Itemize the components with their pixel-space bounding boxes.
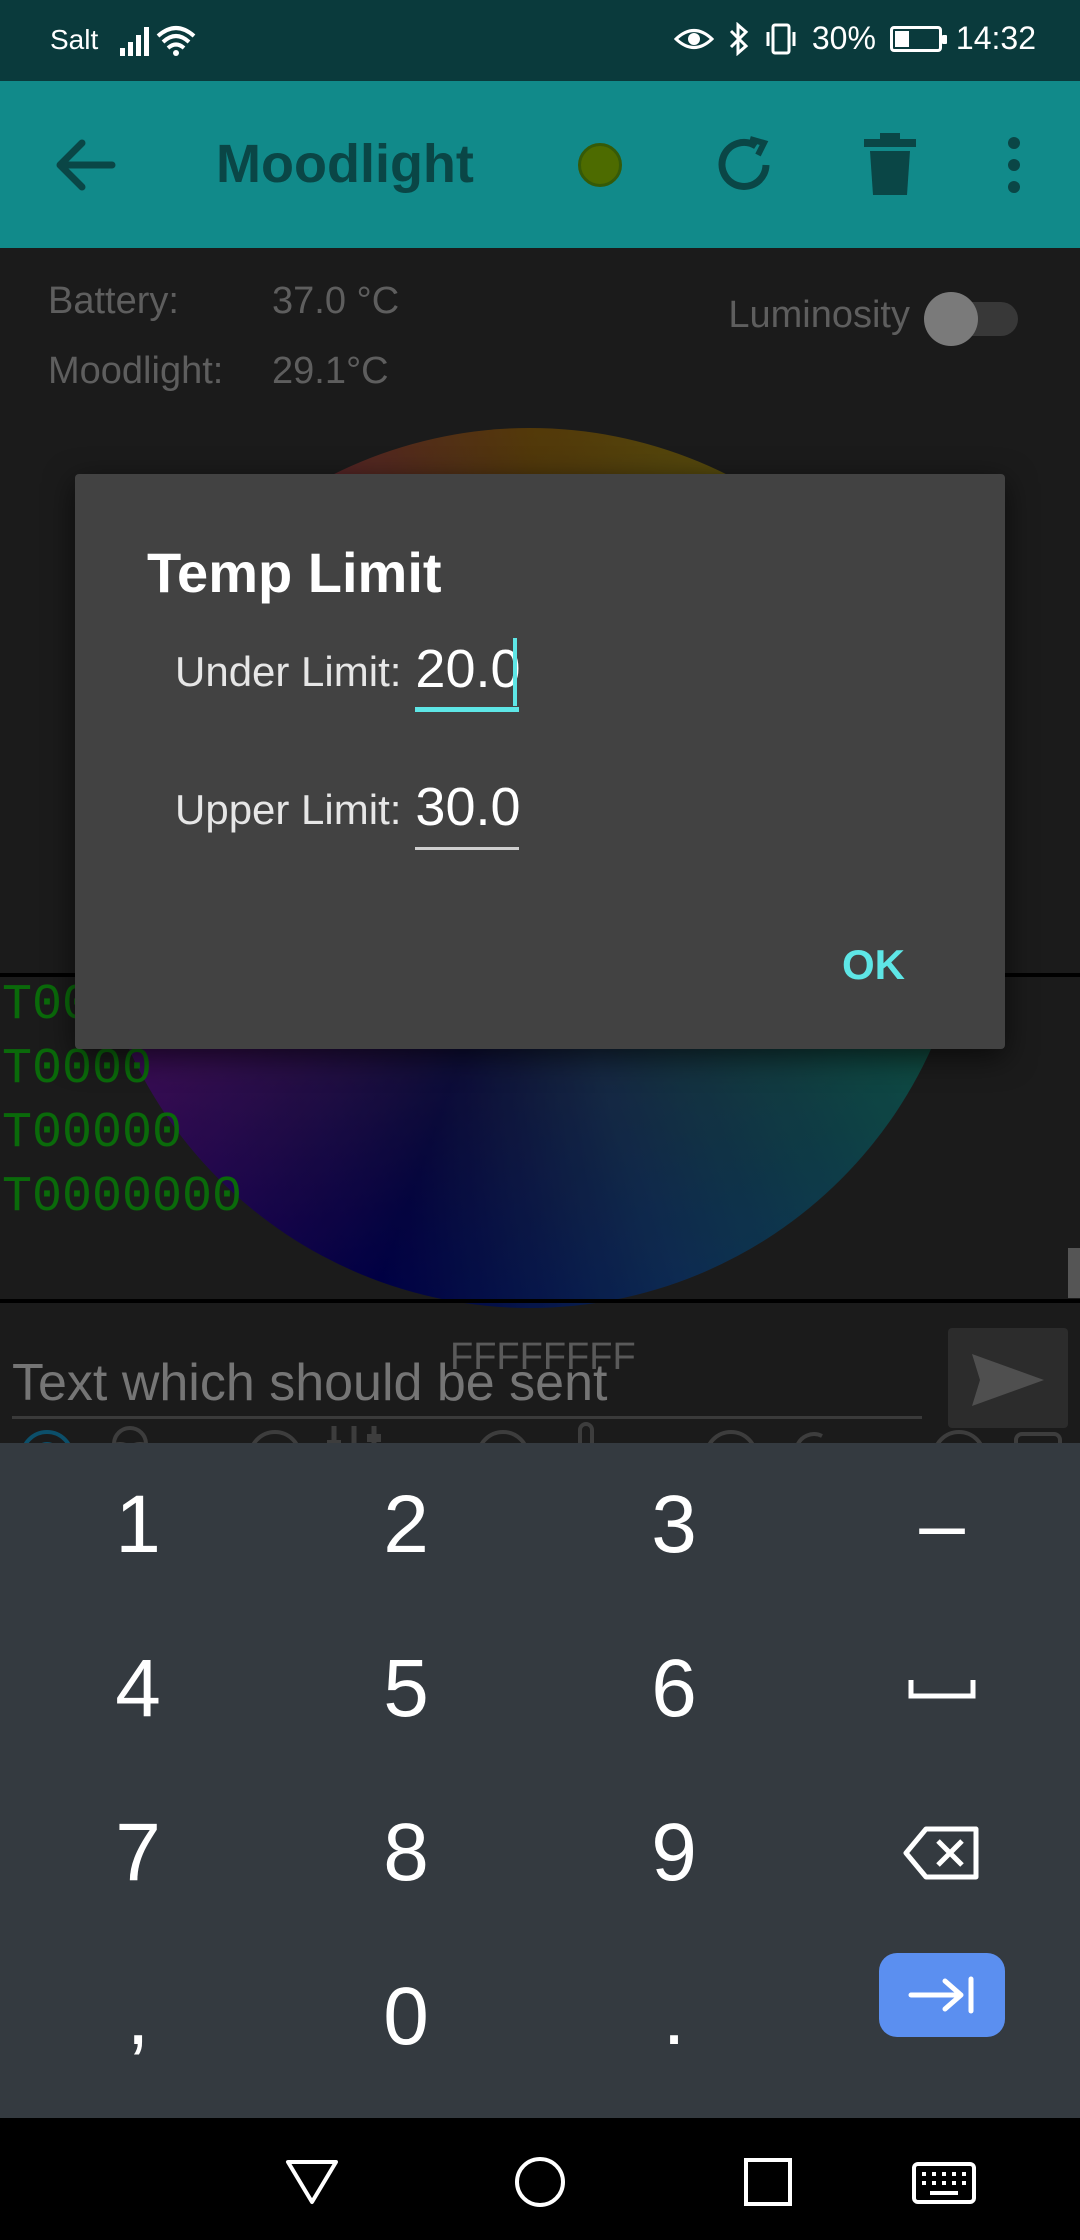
keyboard-switch-icon[interactable] — [912, 2150, 976, 2214]
key-comma[interactable]: , — [4, 1935, 272, 2099]
numeric-keyboard: 1 2 3 – 4 5 6 7 8 9 , 0 . — [0, 1443, 1080, 2118]
key-8[interactable]: 8 — [272, 1771, 540, 1935]
key-6[interactable]: 6 — [540, 1607, 808, 1771]
under-limit-field — [415, 632, 520, 712]
key-5[interactable]: 5 — [272, 1607, 540, 1771]
key-3[interactable]: 3 — [540, 1443, 808, 1607]
nav-home-icon[interactable] — [508, 2150, 572, 2214]
key-9[interactable]: 9 — [540, 1771, 808, 1935]
key-4[interactable]: 4 — [4, 1607, 272, 1771]
upper-limit-field — [415, 770, 520, 850]
field-underline — [415, 707, 520, 712]
under-limit-row: Under Limit: — [175, 632, 520, 712]
space-icon — [908, 1680, 976, 1699]
upper-limit-label: Upper Limit: — [175, 786, 402, 833]
upper-limit-row: Upper Limit: — [175, 770, 520, 850]
key-dot[interactable]: . — [540, 1935, 808, 2099]
under-limit-input[interactable] — [415, 632, 520, 706]
key-next[interactable] — [808, 1913, 1076, 2077]
key-0[interactable]: 0 — [272, 1935, 540, 2099]
key-7[interactable]: 7 — [4, 1771, 272, 1935]
key-2[interactable]: 2 — [272, 1443, 540, 1607]
nav-recents-icon[interactable] — [736, 2150, 800, 2214]
text-cursor — [513, 638, 518, 706]
upper-limit-input[interactable] — [415, 770, 520, 844]
key-space[interactable] — [808, 1607, 1076, 1771]
nav-back-icon[interactable] — [280, 2150, 344, 2214]
temp-limit-dialog: Temp Limit Under Limit: Upper Limit: OK — [75, 474, 1005, 1049]
system-nav-bar — [0, 2118, 1080, 2240]
key-1[interactable]: 1 — [4, 1443, 272, 1607]
backspace-icon — [903, 1826, 979, 1880]
ok-button[interactable]: OK — [842, 941, 905, 989]
key-backspace[interactable] — [808, 1771, 1076, 1935]
key-dash[interactable]: – — [808, 1443, 1076, 1607]
under-limit-label: Under Limit: — [175, 648, 402, 695]
field-underline — [415, 847, 520, 850]
next-icon — [908, 1976, 974, 2014]
dialog-title: Temp Limit — [147, 541, 442, 604]
